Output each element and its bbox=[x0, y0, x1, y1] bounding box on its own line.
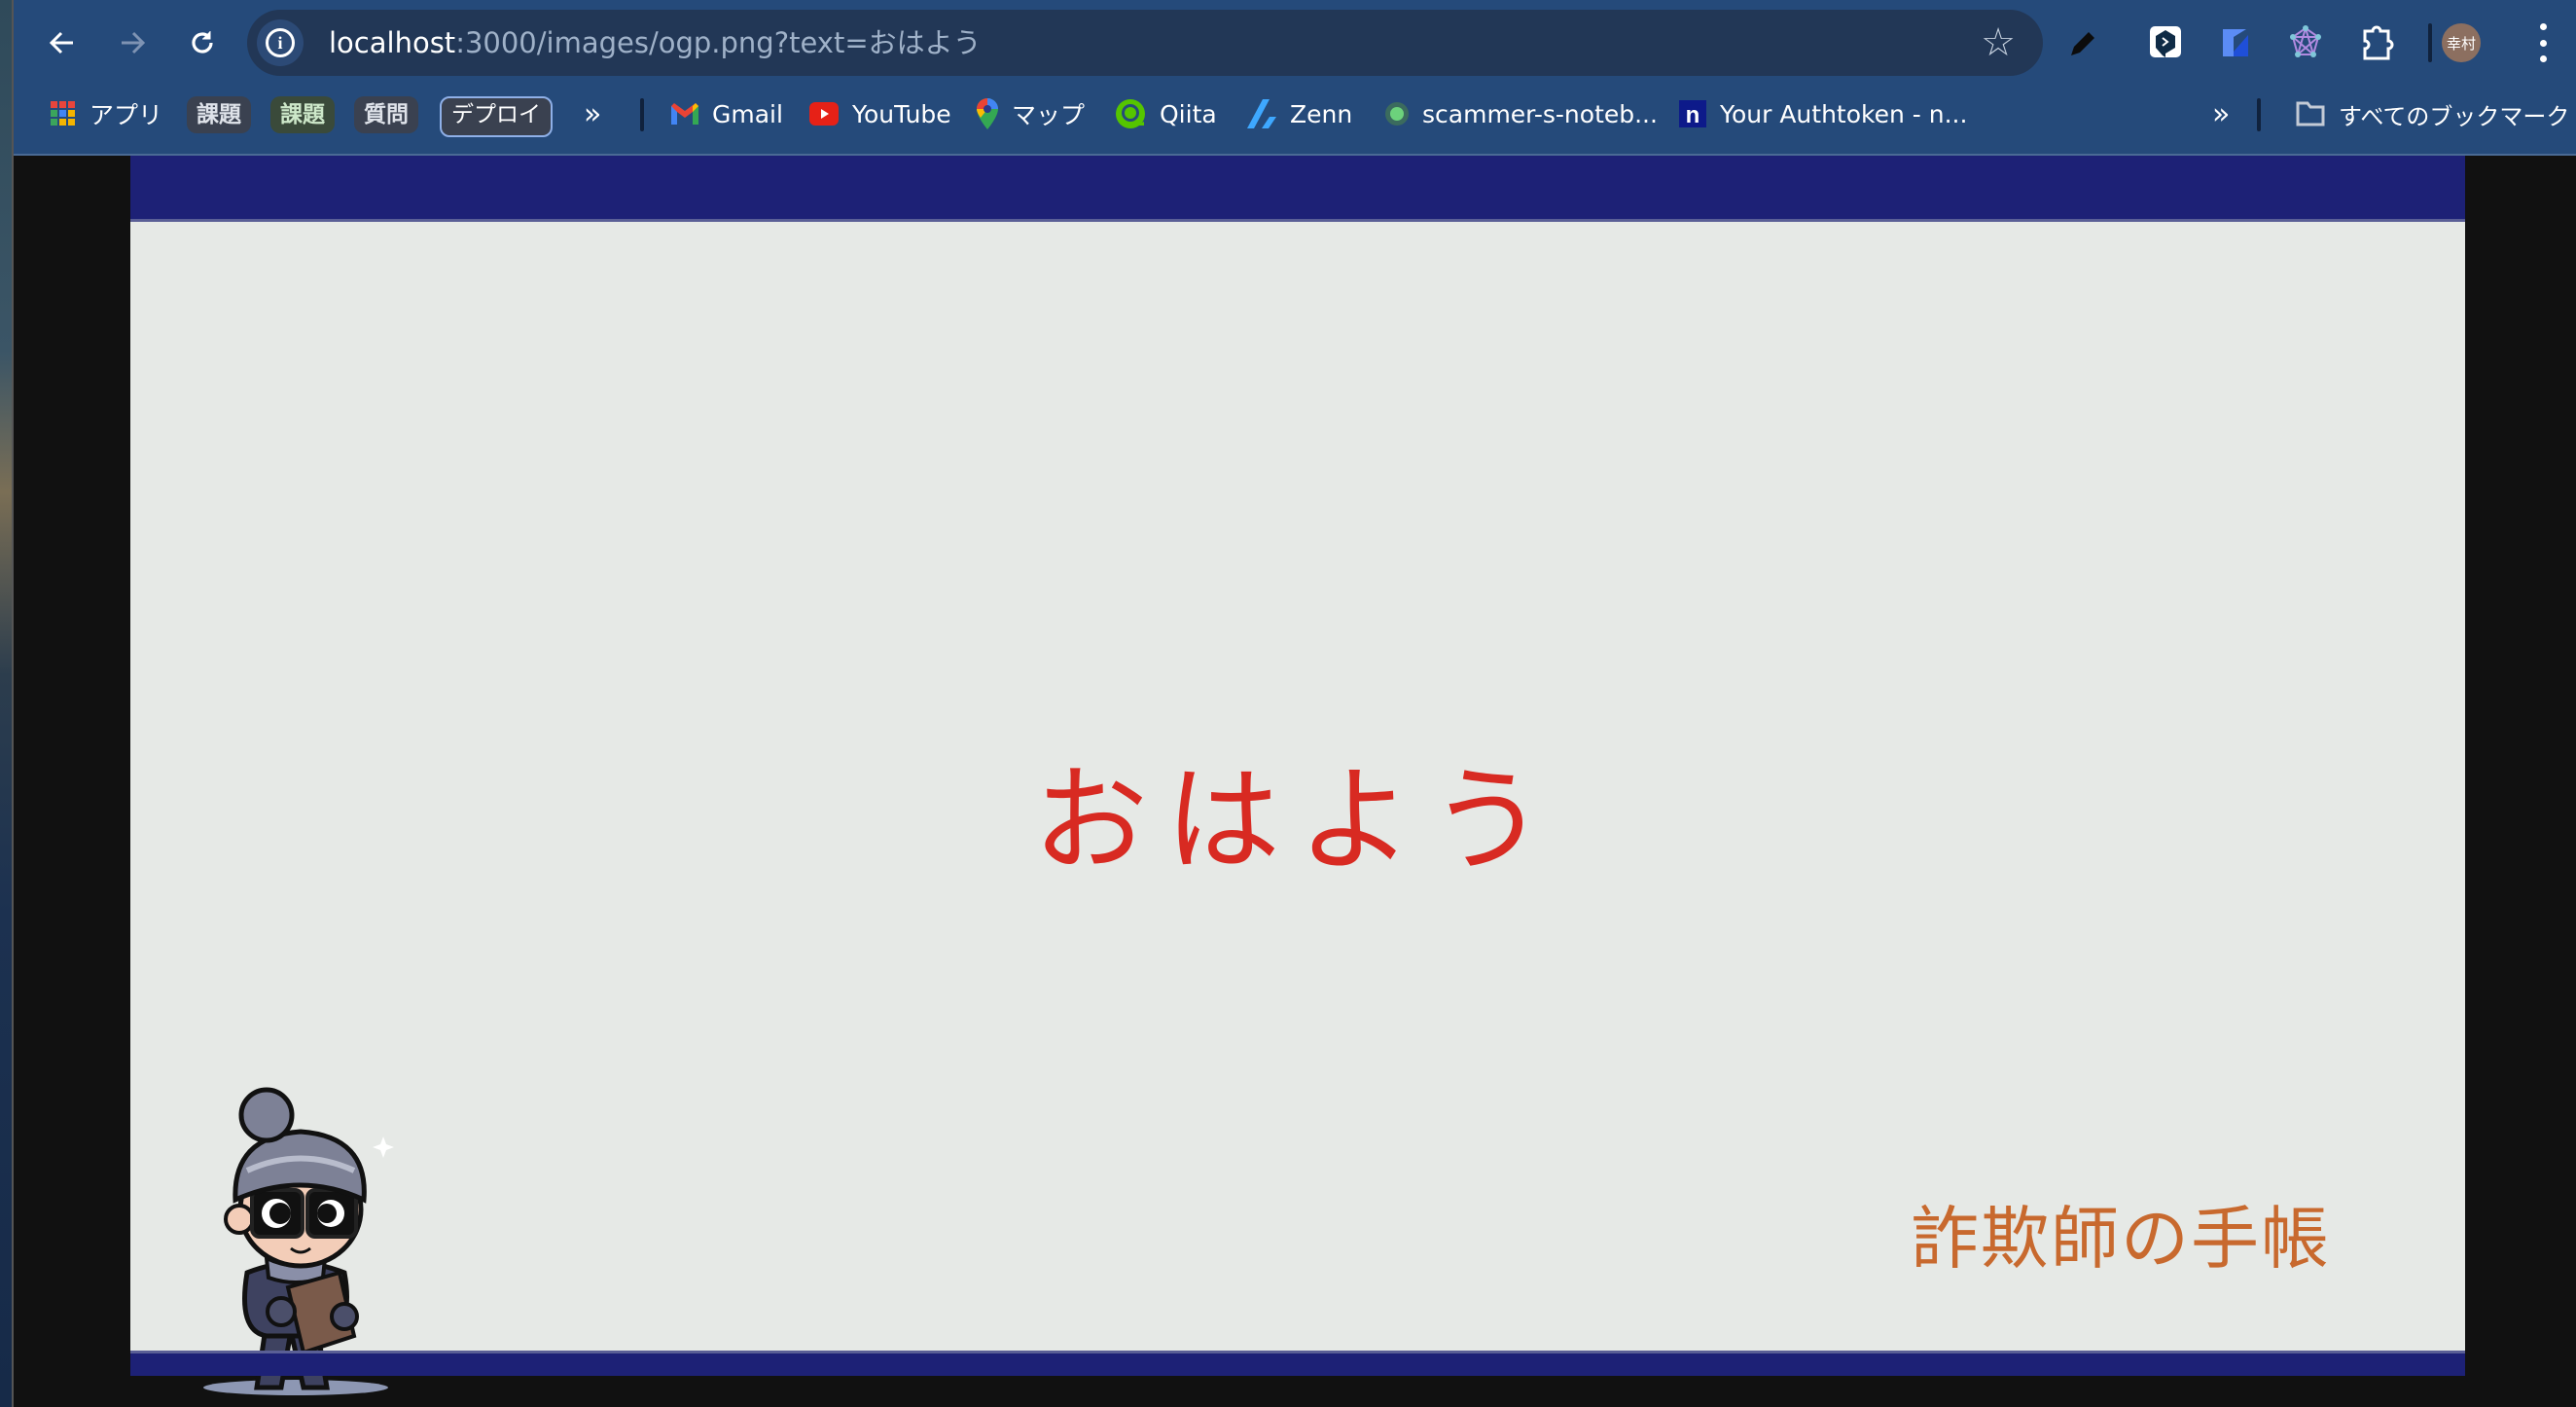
all-bookmarks-button[interactable]: すべてのブックマーク bbox=[2296, 93, 2569, 134]
url-text[interactable]: localhost:3000/images/ogp.png?text=おはよう bbox=[329, 10, 982, 76]
mascot-shadow bbox=[203, 1380, 388, 1395]
greeting-text: おはよう bbox=[1032, 753, 1562, 887]
reload-icon bbox=[192, 31, 213, 54]
bookmark-label: マップ bbox=[1012, 101, 1086, 129]
all-bookmarks-label: すべてのブックマーク bbox=[2339, 102, 2570, 130]
pencil-icon[interactable] bbox=[2060, 21, 2103, 64]
info-icon: i bbox=[266, 28, 295, 57]
apps-grid-icon bbox=[51, 101, 76, 126]
desktop-background bbox=[0, 0, 12, 1407]
address-bar[interactable]: i localhost:3000/images/ogp.png?text=おはよ… bbox=[247, 10, 2043, 76]
profile-avatar[interactable]: 幸村 bbox=[2442, 23, 2481, 62]
bookmark-star-icon[interactable]: ☆ bbox=[1981, 21, 2016, 64]
gmail-icon bbox=[671, 103, 698, 125]
ngrok-n-icon: n bbox=[1679, 100, 1706, 127]
qiita-icon bbox=[1115, 98, 1146, 129]
ogp-image: おはよう 詐欺師の手帳 bbox=[130, 156, 2465, 1395]
bookmark-scammer-notebook[interactable]: scammer-s-noteb... bbox=[1385, 93, 1658, 134]
bookmark-label: Your Authtoken - n... bbox=[1720, 99, 1968, 128]
mascot-pompom bbox=[238, 1087, 295, 1143]
bookmark-qiita[interactable]: Qiita bbox=[1115, 93, 1217, 134]
bookmark-chip-shitsumon[interactable]: 質問 bbox=[354, 96, 418, 133]
folder-icon bbox=[2296, 101, 2325, 126]
svg-text:n: n bbox=[1686, 102, 1700, 127]
bookmarks-overflow-left[interactable]: » bbox=[584, 93, 601, 134]
url-path: :3000/images/ogp.png?text=おはよう bbox=[455, 26, 982, 59]
reload-button[interactable] bbox=[181, 21, 224, 64]
bookmark-label: scammer-s-noteb... bbox=[1422, 99, 1658, 128]
bookmark-label: Qiita bbox=[1160, 99, 1217, 128]
back-button[interactable] bbox=[41, 21, 84, 64]
zenn-icon bbox=[1247, 99, 1276, 128]
sparkle-icon bbox=[373, 1136, 394, 1158]
browser-window: i localhost:3000/images/ogp.png?text=おはよ… bbox=[12, 0, 2576, 1407]
deepl-icon[interactable] bbox=[2144, 21, 2187, 64]
network-graph-icon[interactable] bbox=[2284, 21, 2327, 64]
image-canvas: おはよう 詐欺師の手帳 bbox=[130, 222, 2465, 1395]
top-band bbox=[130, 156, 2465, 222]
mascot-ear bbox=[224, 1204, 255, 1235]
url-host: localhost bbox=[329, 26, 456, 59]
bookmark-label: YouTube bbox=[852, 99, 951, 128]
site-info-button[interactable]: i bbox=[257, 19, 304, 66]
brand-title: 詐欺師の手帳 bbox=[1911, 1199, 2331, 1279]
bookmark-apps[interactable]: アプリ bbox=[51, 93, 162, 134]
bottom-band bbox=[130, 1351, 2465, 1376]
bookmark-label: Zenn bbox=[1290, 99, 1353, 128]
extension-blue-icon[interactable] bbox=[2214, 21, 2257, 64]
bookmark-chip-kadai-1[interactable]: 課題 bbox=[187, 96, 251, 133]
arrow-left-icon bbox=[49, 31, 73, 54]
bookmark-youtube[interactable]: YouTube bbox=[809, 93, 951, 134]
bookmark-chip-deploy[interactable]: デプロイ bbox=[440, 96, 553, 137]
menu-kebab-icon[interactable] bbox=[2533, 23, 2553, 62]
maps-icon bbox=[977, 98, 998, 129]
bookmarks-separator bbox=[640, 98, 644, 131]
bookmark-zenn[interactable]: Zenn bbox=[1247, 93, 1352, 134]
profile-initials: 幸村 bbox=[2446, 34, 2476, 53]
apps-label: アプリ bbox=[89, 101, 163, 129]
bookmark-ngrok-authtoken[interactable]: n Your Authtoken - n... bbox=[1679, 93, 1967, 134]
bookmark-label: Gmail bbox=[712, 99, 783, 128]
bookmarks-overflow-right[interactable]: » bbox=[2212, 93, 2230, 134]
green-dot-icon bbox=[1385, 102, 1409, 126]
toolbar-separator bbox=[2428, 23, 2432, 62]
puzzle-extensions-icon[interactable] bbox=[2356, 21, 2399, 64]
forward-button[interactable] bbox=[111, 21, 154, 64]
arrow-right-icon bbox=[122, 31, 146, 54]
bookmark-gmail[interactable]: Gmail bbox=[671, 93, 783, 134]
browser-toolbar: i localhost:3000/images/ogp.png?text=おはよ… bbox=[14, 0, 2576, 156]
bookmark-chip-kadai-2[interactable]: 課題 bbox=[270, 96, 335, 133]
bookmark-maps[interactable]: マップ bbox=[977, 93, 1085, 134]
youtube-icon bbox=[809, 102, 839, 126]
bookmarks-separator-right bbox=[2257, 98, 2261, 131]
